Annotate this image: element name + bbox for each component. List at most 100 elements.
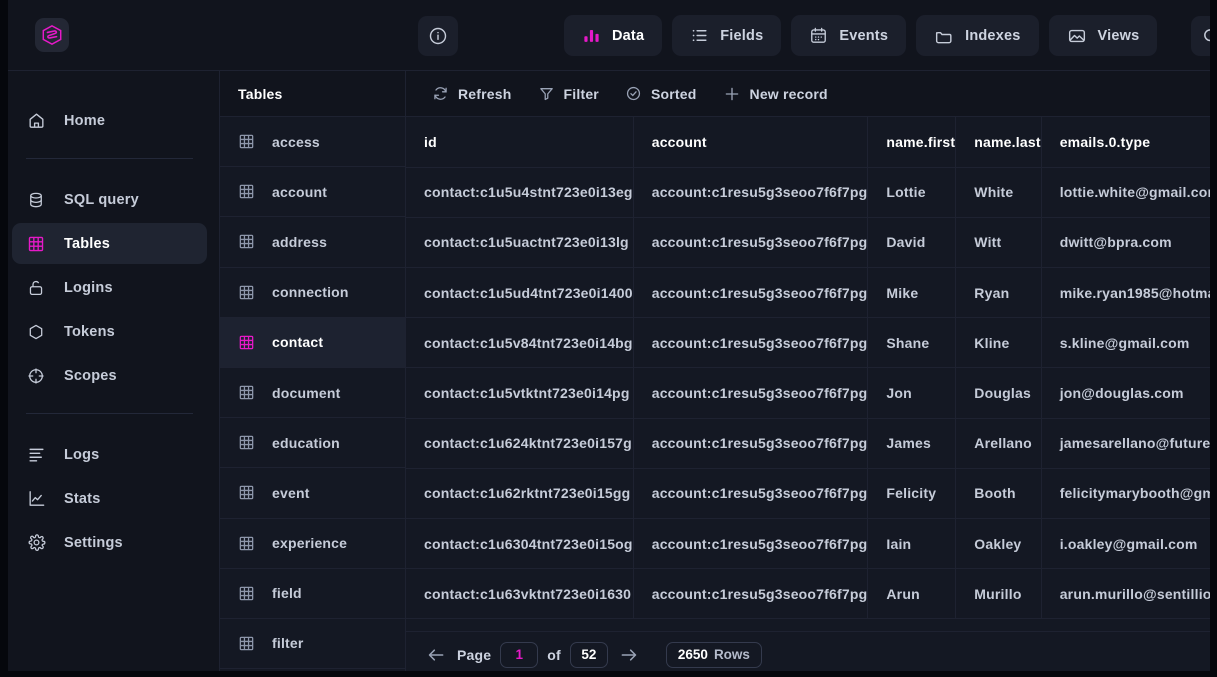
cell-name.first[interactable]: Arun	[868, 569, 956, 619]
cell-name.first[interactable]: James	[868, 418, 956, 468]
table-list-item-access[interactable]: access	[220, 117, 405, 167]
table-row[interactable]: contact:c1u6304tnt723e0i15ogaccount:c1re…	[406, 519, 1217, 569]
cell-id[interactable]: contact:c1u6304tnt723e0i15og	[406, 519, 633, 569]
table-list-item-document[interactable]: document	[220, 368, 405, 418]
cell-id[interactable]: contact:c1u624ktnt723e0i157g	[406, 418, 633, 468]
sidebar-item-scopes[interactable]: Scopes	[12, 355, 207, 396]
sidebar-item-sql-query[interactable]: SQL query	[12, 179, 207, 220]
column-header-emails.0.type[interactable]: emails.0.type	[1041, 117, 1217, 167]
new-record-button[interactable]: New record	[713, 78, 838, 110]
tab-indexes[interactable]: Indexes	[916, 15, 1038, 56]
cell-id[interactable]: contact:c1u5vtktnt723e0i14pg	[406, 368, 633, 418]
tab-data[interactable]: Data	[564, 15, 662, 56]
cell-name.first[interactable]: Felicity	[868, 468, 956, 518]
table-row[interactable]: contact:c1u624ktnt723e0i157gaccount:c1re…	[406, 418, 1217, 468]
table-row[interactable]: contact:c1u5ud4tnt723e0i1400account:c1re…	[406, 268, 1217, 318]
cell-emails.0.type[interactable]: jon@douglas.com	[1041, 368, 1217, 418]
cell-name.first[interactable]: David	[868, 217, 956, 267]
cell-name.last[interactable]: Murillo	[956, 569, 1041, 619]
sidebar-item-home[interactable]: Home	[12, 100, 207, 141]
cell-id[interactable]: contact:c1u5v84tnt723e0i14bg	[406, 318, 633, 368]
cell-name.first[interactable]: Iain	[868, 519, 956, 569]
cell-name.first[interactable]: Jon	[868, 368, 956, 418]
cell-id[interactable]: contact:c1u63vktnt723e0i1630	[406, 569, 633, 619]
cell-name.last[interactable]: Kline	[956, 318, 1041, 368]
cell-id[interactable]: contact:c1u5uactnt723e0i13lg	[406, 217, 633, 267]
cell-name.last[interactable]: Witt	[956, 217, 1041, 267]
table-list-item-event[interactable]: event	[220, 468, 405, 518]
sidebar-item-logins[interactable]: Logins	[12, 267, 207, 308]
sidebar-item-stats[interactable]: Stats	[12, 478, 207, 519]
cell-name.last[interactable]: Ryan	[956, 268, 1041, 318]
cell-emails.0.type[interactable]: i.oakley@gmail.com	[1041, 519, 1217, 569]
row-count-badge[interactable]: 2650 Rows	[666, 642, 762, 668]
cell-name.first[interactable]: Lottie	[868, 167, 956, 217]
table-row[interactable]: contact:c1u5v84tnt723e0i14bgaccount:c1re…	[406, 318, 1217, 368]
cell-account[interactable]: account:c1resu5g3seoo7f6f7pg	[633, 368, 868, 418]
next-page-button[interactable]	[617, 645, 641, 665]
cell-emails.0.type[interactable]: dwitt@bpra.com	[1041, 217, 1217, 267]
cell-name.first[interactable]: Shane	[868, 318, 956, 368]
sidebar-top-gap	[12, 83, 207, 100]
cell-name.last[interactable]: Booth	[956, 468, 1041, 518]
sidebar-item-logs[interactable]: Logs	[12, 434, 207, 475]
cell-account[interactable]: account:c1resu5g3seoo7f6f7pg	[633, 519, 868, 569]
tab-fields[interactable]: Fields	[672, 15, 781, 56]
table-list-item-filter[interactable]: filter	[220, 619, 405, 669]
filter-button[interactable]: Filter	[528, 78, 609, 110]
cell-account[interactable]: account:c1resu5g3seoo7f6f7pg	[633, 468, 868, 518]
app-logo[interactable]	[35, 18, 69, 52]
info-button[interactable]	[418, 16, 458, 56]
cell-emails.0.type[interactable]: arun.murillo@sentillion.com	[1041, 569, 1217, 619]
sorted-button[interactable]: Sorted	[615, 78, 707, 110]
sidebar-item-tokens[interactable]: Tokens	[12, 311, 207, 352]
table-row[interactable]: contact:c1u5vtktnt723e0i14pgaccount:c1re…	[406, 368, 1217, 418]
cell-account[interactable]: account:c1resu5g3seoo7f6f7pg	[633, 569, 868, 619]
cell-name.last[interactable]: Oakley	[956, 519, 1041, 569]
refresh-icon	[432, 85, 449, 102]
table-list-item-education[interactable]: education	[220, 418, 405, 468]
sidebar-item-sql-query-label: SQL query	[64, 192, 139, 208]
cell-id[interactable]: contact:c1u5ud4tnt723e0i1400	[406, 268, 633, 318]
total-pages-value[interactable]: 52	[570, 642, 608, 668]
cell-id[interactable]: contact:c1u5u4stnt723e0i13eg	[406, 167, 633, 217]
table-list-item-connection[interactable]: connection	[220, 268, 405, 318]
column-header-name.last[interactable]: name.last	[956, 117, 1041, 167]
cell-emails.0.type[interactable]: lottie.white@gmail.com	[1041, 167, 1217, 217]
cell-name.last[interactable]: Douglas	[956, 368, 1041, 418]
page-number-input[interactable]: 1	[500, 642, 538, 668]
table-list-item-field[interactable]: field	[220, 569, 405, 619]
sidebar-item-settings[interactable]: Settings	[12, 522, 207, 563]
table-list-item-experience[interactable]: experience	[220, 519, 405, 569]
grid-toolbar: Refresh Filter Sorted	[406, 71, 1217, 116]
table-row[interactable]: contact:c1u5u4stnt723e0i13egaccount:c1re…	[406, 167, 1217, 217]
refresh-button[interactable]: Refresh	[422, 78, 522, 110]
table-row[interactable]: contact:c1u62rktnt723e0i15ggaccount:c1re…	[406, 468, 1217, 518]
cell-name.last[interactable]: Arellano	[956, 418, 1041, 468]
table-row[interactable]: contact:c1u5uactnt723e0i13lgaccount:c1re…	[406, 217, 1217, 267]
cell-account[interactable]: account:c1resu5g3seoo7f6f7pg	[633, 268, 868, 318]
tab-events[interactable]: Events	[791, 15, 906, 56]
cell-account[interactable]: account:c1resu5g3seoo7f6f7pg	[633, 167, 868, 217]
column-header-account[interactable]: account	[633, 117, 868, 167]
cell-name.last[interactable]: White	[956, 167, 1041, 217]
cell-emails.0.type[interactable]: s.kline@gmail.com	[1041, 318, 1217, 368]
cell-emails.0.type[interactable]: felicitymarybooth@gmail.com	[1041, 468, 1217, 518]
cell-emails.0.type[interactable]: mike.ryan1985@hotmail.com	[1041, 268, 1217, 318]
cell-id[interactable]: contact:c1u62rktnt723e0i15gg	[406, 468, 633, 518]
table-list-item-contact[interactable]: contact	[220, 318, 405, 368]
cell-account[interactable]: account:c1resu5g3seoo7f6f7pg	[633, 318, 868, 368]
cell-emails.0.type[interactable]: jamesarellano@futurenet.com	[1041, 418, 1217, 468]
prev-page-button[interactable]	[424, 645, 448, 665]
cell-name.first[interactable]: Mike	[868, 268, 956, 318]
table-list-item-address[interactable]: address	[220, 217, 405, 267]
table-list-item-account[interactable]: account	[220, 167, 405, 217]
data-grid-scroll[interactable]: idaccountname.firstname.lastemails.0.typ…	[406, 117, 1217, 631]
sidebar-item-tables[interactable]: Tables	[12, 223, 207, 264]
table-row[interactable]: contact:c1u63vktnt723e0i1630account:c1re…	[406, 569, 1217, 619]
column-header-id[interactable]: id	[406, 117, 633, 167]
tab-views[interactable]: Views	[1049, 15, 1158, 56]
column-header-name.first[interactable]: name.first	[868, 117, 956, 167]
cell-account[interactable]: account:c1resu5g3seoo7f6f7pg	[633, 217, 868, 267]
cell-account[interactable]: account:c1resu5g3seoo7f6f7pg	[633, 418, 868, 468]
